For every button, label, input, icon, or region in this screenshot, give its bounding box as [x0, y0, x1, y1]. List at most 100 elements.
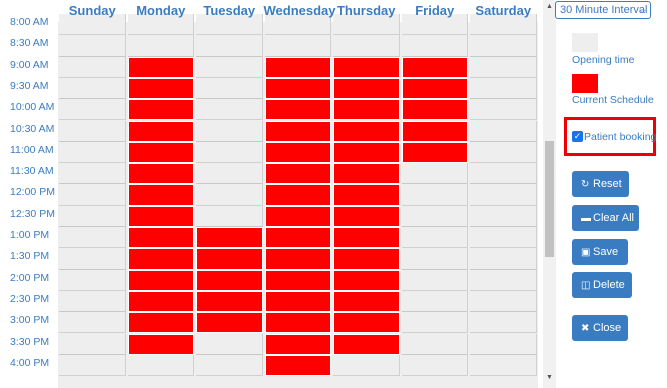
time-slot[interactable]: [470, 354, 537, 377]
booked-slot[interactable]: [264, 333, 331, 355]
time-slot[interactable]: [59, 269, 126, 291]
time-slot[interactable]: [470, 56, 537, 78]
time-slot[interactable]: [401, 269, 468, 291]
time-slot[interactable]: [59, 227, 126, 249]
time-slot[interactable]: [401, 312, 468, 334]
time-slot[interactable]: [470, 269, 537, 291]
booked-slot[interactable]: [401, 56, 468, 78]
booked-slot[interactable]: [127, 248, 194, 270]
booked-slot[interactable]: [196, 290, 263, 313]
time-slot[interactable]: [59, 56, 126, 78]
time-slot[interactable]: [196, 35, 263, 57]
booked-slot[interactable]: [401, 77, 468, 100]
booked-slot[interactable]: [196, 248, 263, 270]
scrollbar-thumb[interactable]: [545, 141, 554, 257]
booked-slot[interactable]: [127, 56, 194, 78]
time-slot[interactable]: [470, 163, 537, 185]
time-slot[interactable]: [401, 290, 468, 313]
time-slot[interactable]: [59, 77, 126, 100]
booked-slot[interactable]: [127, 184, 194, 206]
booked-slot[interactable]: [333, 56, 400, 78]
booked-slot[interactable]: [333, 77, 400, 100]
booked-slot[interactable]: [264, 77, 331, 100]
booked-slot[interactable]: [127, 269, 194, 291]
booked-slot[interactable]: [264, 227, 331, 249]
time-slot[interactable]: [470, 333, 537, 355]
booked-slot[interactable]: [264, 312, 331, 334]
booked-slot[interactable]: [264, 141, 331, 164]
time-slot[interactable]: [470, 227, 537, 249]
booked-slot[interactable]: [196, 312, 263, 334]
time-slot[interactable]: [401, 205, 468, 227]
time-slot[interactable]: [470, 99, 537, 121]
scroll-down-arrow-icon[interactable]: ▼: [543, 373, 556, 383]
booked-slot[interactable]: [127, 163, 194, 185]
booked-slot[interactable]: [127, 141, 194, 164]
booked-slot[interactable]: [401, 120, 468, 142]
time-slot[interactable]: [196, 205, 263, 227]
booked-slot[interactable]: [333, 120, 400, 142]
booked-slot[interactable]: [333, 99, 400, 121]
time-slot[interactable]: [401, 184, 468, 206]
time-slot[interactable]: [470, 184, 537, 206]
booked-slot[interactable]: [264, 99, 331, 121]
time-slot[interactable]: [59, 99, 126, 121]
interval-select[interactable]: 30 Minute Interval ⌵: [555, 1, 651, 19]
time-slot[interactable]: [59, 290, 126, 313]
time-slot[interactable]: [59, 205, 126, 227]
booked-slot[interactable]: [333, 312, 400, 334]
clear-all-button[interactable]: ▬ Clear All: [572, 205, 639, 231]
time-slot[interactable]: [59, 354, 126, 377]
booked-slot[interactable]: [264, 56, 331, 78]
time-slot[interactable]: [470, 120, 537, 142]
booked-slot[interactable]: [196, 227, 263, 249]
time-slot[interactable]: [401, 354, 468, 377]
time-slot[interactable]: [264, 35, 331, 57]
time-slot[interactable]: [196, 184, 263, 206]
booked-slot[interactable]: [264, 269, 331, 291]
delete-button[interactable]: ◫ Delete: [572, 272, 632, 298]
reset-button[interactable]: ↻ Reset: [572, 171, 629, 197]
time-slot[interactable]: [59, 163, 126, 185]
time-slot[interactable]: [401, 227, 468, 249]
time-slot[interactable]: [470, 312, 537, 334]
booked-slot[interactable]: [196, 269, 263, 291]
patient-booking-checkbox[interactable]: ✓: [572, 131, 583, 142]
time-slot[interactable]: [196, 354, 263, 377]
time-slot[interactable]: [127, 35, 194, 57]
booked-slot[interactable]: [333, 163, 400, 185]
time-slot[interactable]: [196, 56, 263, 78]
booked-slot[interactable]: [127, 290, 194, 313]
booked-slot[interactable]: [333, 205, 400, 227]
time-slot[interactable]: [470, 77, 537, 100]
booked-slot[interactable]: [401, 99, 468, 121]
booked-slot[interactable]: [333, 269, 400, 291]
save-button[interactable]: ▣ Save: [572, 239, 628, 265]
time-slot[interactable]: [59, 141, 126, 164]
time-slot[interactable]: [59, 248, 126, 270]
booked-slot[interactable]: [127, 312, 194, 334]
time-slot[interactable]: [401, 248, 468, 270]
booked-slot[interactable]: [333, 333, 400, 355]
booked-slot[interactable]: [264, 354, 331, 377]
time-slot[interactable]: [401, 163, 468, 185]
time-slot[interactable]: [333, 354, 400, 377]
booked-slot[interactable]: [333, 248, 400, 270]
time-slot[interactable]: [196, 141, 263, 164]
time-slot[interactable]: [59, 333, 126, 355]
booked-slot[interactable]: [127, 205, 194, 227]
time-slot[interactable]: [470, 35, 537, 57]
booked-slot[interactable]: [401, 141, 468, 164]
booked-slot[interactable]: [127, 227, 194, 249]
booked-slot[interactable]: [333, 227, 400, 249]
time-slot[interactable]: [401, 333, 468, 355]
booked-slot[interactable]: [264, 205, 331, 227]
vertical-scrollbar[interactable]: ▲ ▼: [543, 0, 556, 388]
close-button[interactable]: ✖ Close: [572, 315, 628, 341]
booked-slot[interactable]: [264, 248, 331, 270]
booked-slot[interactable]: [264, 120, 331, 142]
booked-slot[interactable]: [333, 184, 400, 206]
time-slot[interactable]: [59, 312, 126, 334]
time-slot[interactable]: [59, 35, 126, 57]
booked-slot[interactable]: [264, 184, 331, 206]
